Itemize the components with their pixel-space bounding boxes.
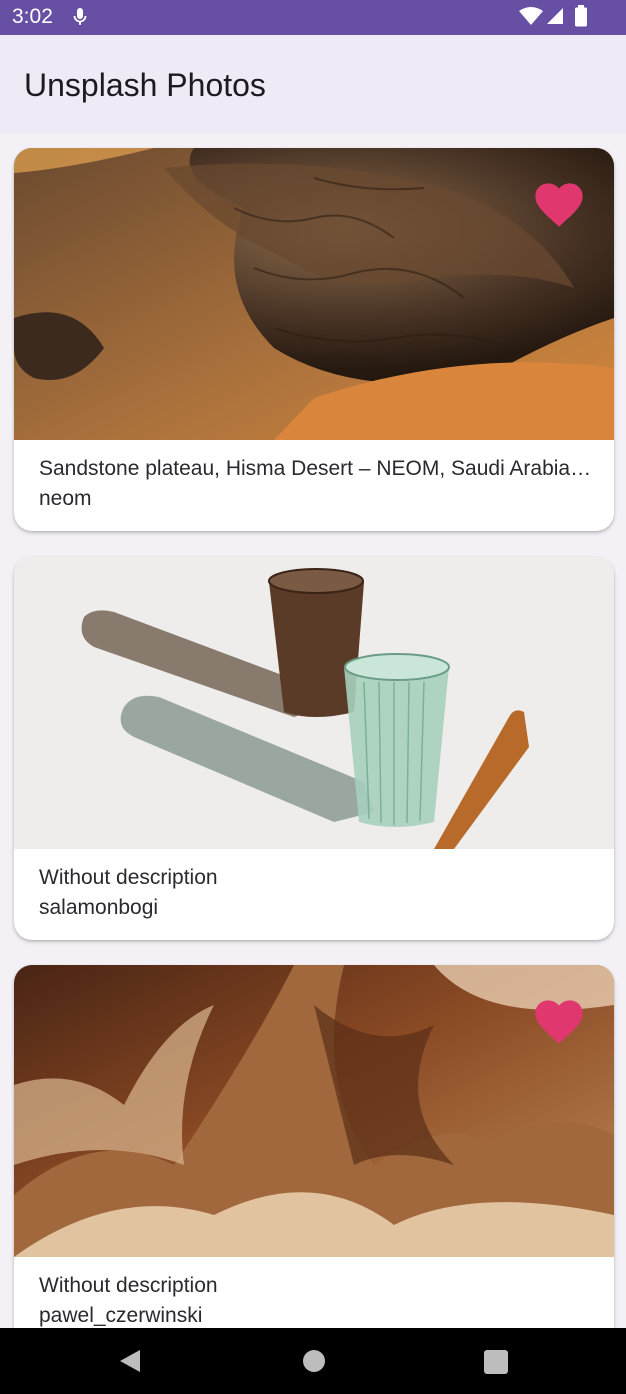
status-time: 3:02 [12,5,53,28]
photo-image[interactable] [14,148,614,440]
back-icon[interactable] [118,1349,142,1373]
photo-author: salamonbogi [39,896,159,919]
photo-author: neom [39,487,92,510]
photo-description: Without description [39,1274,218,1297]
app-bar: Unsplash Photos [0,35,626,133]
signal-icon [547,8,563,24]
navigation-bar [0,1328,626,1394]
wifi-icon [519,7,543,25]
photo-author: pawel_czerwinski [39,1304,203,1327]
photo-description: Without description [39,866,218,889]
photo-image[interactable] [14,965,614,1257]
page-title: Unsplash Photos [24,67,266,103]
photo-card[interactable]: Without description pawel_czerwinski [14,965,614,1328]
recents-icon[interactable] [484,1350,508,1374]
home-icon[interactable] [303,1350,325,1372]
photo-card[interactable]: Without description salamonbogi [14,557,614,940]
mic-icon [73,8,87,25]
photo-image[interactable] [14,557,614,849]
battery-icon [575,5,587,27]
heart-icon[interactable] [532,178,586,228]
photo-description: Sandstone plateau, Hisma Desert – NEOM, … [39,457,592,480]
status-bar: 3:02 [0,0,626,35]
photo-list[interactable]: Sandstone plateau, Hisma Desert – NEOM, … [0,133,626,1328]
heart-icon[interactable] [532,995,586,1045]
photo-card[interactable]: Sandstone plateau, Hisma Desert – NEOM, … [14,148,614,531]
